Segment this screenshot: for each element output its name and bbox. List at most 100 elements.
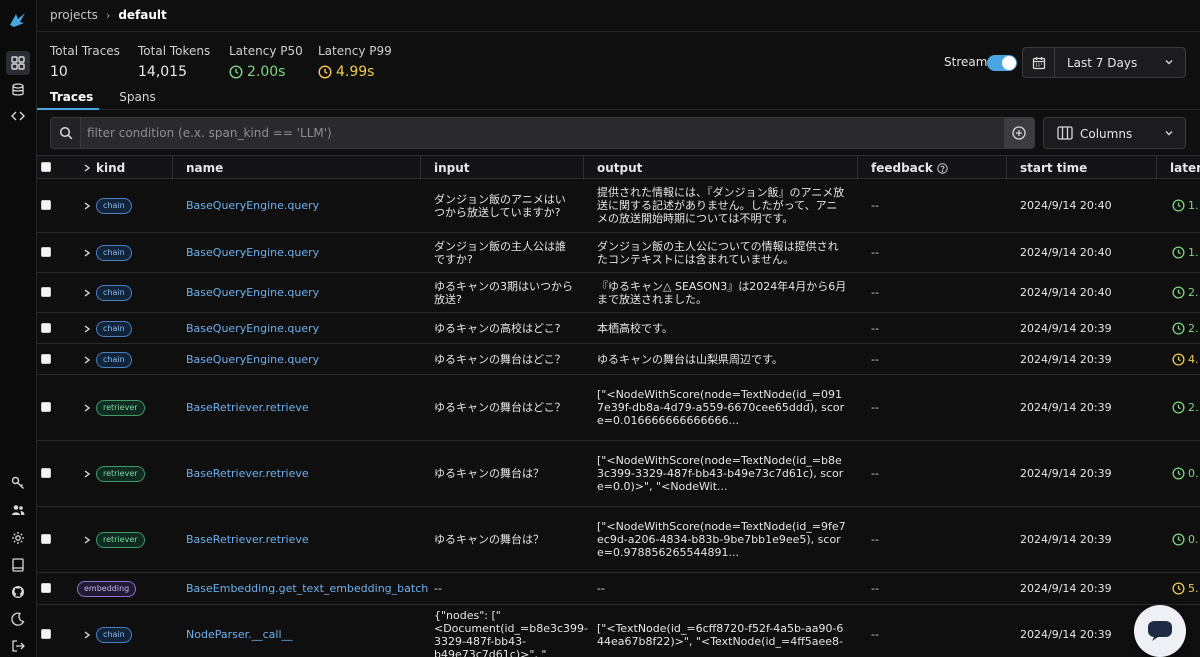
github-icon[interactable]	[6, 580, 30, 604]
latency-value: 0.	[1188, 467, 1199, 480]
span-name-link[interactable]: BaseRetriever.retrieve	[186, 533, 309, 546]
start-time-cell: 2024/9/14 20:40	[1020, 286, 1112, 299]
table-row[interactable]: chain BaseQueryEngine.query ダンジョン飯の主人公は誰です…	[37, 233, 1200, 273]
tab-spans[interactable]: Spans	[119, 90, 155, 108]
table-row[interactable]: chain BaseQueryEngine.query ダンジョン飯のアニメはいつか…	[37, 179, 1200, 233]
feedback-cell: --	[871, 533, 879, 546]
latency-cell: 2.	[1172, 286, 1199, 299]
table-row[interactable]: retriever BaseRetriever.retrieve ゆるキャンの舞台は…	[37, 375, 1200, 441]
span-name-link[interactable]: BaseRetriever.retrieve	[186, 401, 309, 414]
latency-cell: 1.	[1172, 246, 1199, 259]
logout-icon[interactable]	[6, 634, 30, 657]
time-range-value: Last 7 Days	[1067, 56, 1138, 70]
column-divider	[1156, 156, 1157, 180]
expand-row-chevron-icon[interactable]	[83, 288, 91, 298]
expand-row-chevron-icon[interactable]	[83, 535, 91, 545]
feedback-cell: --	[871, 322, 879, 335]
clock-icon	[1172, 199, 1185, 212]
output-cell: ["<NodeWithScore(node=TextNode(id_=9fe7e…	[597, 520, 846, 559]
row-checkbox[interactable]	[41, 468, 51, 478]
column-header-latency[interactable]: latenc	[1170, 161, 1200, 175]
row-checkbox[interactable]	[41, 354, 51, 364]
datasets-database-icon[interactable]	[6, 78, 30, 102]
add-filter-plus-icon[interactable]	[1004, 118, 1034, 148]
row-checkbox[interactable]	[41, 323, 51, 333]
span-name-link[interactable]: BaseQueryEngine.query	[186, 246, 319, 259]
latency-cell: 2.	[1172, 322, 1199, 335]
filter-condition-input[interactable]	[87, 125, 987, 141]
span-name-link[interactable]: BaseQueryEngine.query	[186, 286, 319, 299]
stat-label: Latency P50	[229, 44, 303, 58]
clock-icon	[1172, 582, 1185, 595]
start-time-cell: 2024/9/14 20:39	[1020, 401, 1112, 414]
clock-icon	[1172, 401, 1185, 414]
table-row[interactable]: retriever BaseRetriever.retrieve ゆるキャンの舞台は…	[37, 441, 1200, 507]
row-checkbox[interactable]	[41, 287, 51, 297]
row-checkbox[interactable]	[41, 247, 51, 257]
column-divider	[420, 156, 421, 180]
table-row[interactable]: embedding BaseEmbedding.get_text_embeddin…	[37, 573, 1200, 605]
span-name-link[interactable]: BaseRetriever.retrieve	[186, 467, 309, 480]
search-icon[interactable]	[51, 118, 81, 148]
code-icon[interactable]	[6, 104, 30, 128]
span-name-link[interactable]: BaseQueryEngine.query	[186, 353, 319, 366]
calendar-icon	[1023, 48, 1055, 77]
span-kind-badge: chain	[96, 245, 132, 261]
column-header-feedback[interactable]: feedback	[871, 161, 948, 175]
latency-cell: 0.	[1172, 467, 1199, 480]
start-time-cell: 2024/9/14 20:39	[1020, 628, 1112, 641]
row-checkbox[interactable]	[41, 629, 51, 639]
settings-gear-icon[interactable]	[6, 526, 30, 550]
stat-value: 2.00s	[229, 64, 303, 80]
breadcrumb-projects[interactable]: projects	[50, 8, 98, 22]
feedback-header-label: feedback	[871, 161, 933, 175]
span-name-link[interactable]: BaseQueryEngine.query	[186, 322, 319, 335]
expand-all-chevron-icon[interactable]	[83, 163, 91, 173]
dark-mode-moon-icon[interactable]	[6, 607, 30, 631]
stream-toggle[interactable]	[987, 55, 1017, 71]
projects-grid-icon[interactable]	[6, 51, 30, 75]
expand-row-chevron-icon[interactable]	[83, 324, 91, 334]
app-logo-icon[interactable]	[6, 8, 30, 32]
column-header-name[interactable]: name	[186, 161, 223, 175]
span-name-link[interactable]: BaseEmbedding.get_text_embedding_batch	[186, 582, 428, 595]
column-header-kind[interactable]: kind	[96, 161, 125, 175]
latency-value: 2.	[1188, 286, 1199, 299]
column-header-output[interactable]: output	[597, 161, 642, 175]
table-row[interactable]: chain BaseQueryEngine.query ゆるキャンの舞台はどこ？ ゆる…	[37, 344, 1200, 375]
row-checkbox[interactable]	[41, 200, 51, 210]
column-header-start-time[interactable]: start time	[1020, 161, 1087, 175]
expand-row-chevron-icon[interactable]	[83, 248, 91, 258]
table-row[interactable]: chain BaseQueryEngine.query ゆるキャンの3期はいつから放…	[37, 273, 1200, 313]
span-kind-badge: chain	[96, 627, 132, 643]
table-row[interactable]: chain NodeParser.__call__ {"nodes": ["<Doc…	[37, 605, 1200, 657]
expand-row-chevron-icon[interactable]	[83, 630, 91, 640]
row-checkbox[interactable]	[41, 534, 51, 544]
expand-row-chevron-icon[interactable]	[83, 469, 91, 479]
start-time-cell: 2024/9/14 20:39	[1020, 467, 1112, 480]
column-header-input[interactable]: input	[434, 161, 470, 175]
tab-traces[interactable]: Traces	[50, 90, 93, 108]
span-name-link[interactable]: NodeParser.__call__	[186, 628, 293, 641]
span-name-link[interactable]: BaseQueryEngine.query	[186, 199, 319, 212]
expand-row-chevron-icon[interactable]	[83, 201, 91, 211]
table-row[interactable]: chain BaseQueryEngine.query ゆるキャンの高校はどこ? 本栖…	[37, 313, 1200, 344]
row-checkbox[interactable]	[41, 583, 51, 593]
select-all-checkbox[interactable]	[41, 162, 51, 172]
support-chat-button[interactable]	[1134, 605, 1186, 657]
output-cell: ["<NodeWithScore(node=TextNode(id_=0917e…	[597, 388, 845, 427]
expand-row-chevron-icon[interactable]	[83, 355, 91, 365]
help-circle-icon[interactable]	[937, 162, 948, 174]
row-checkbox[interactable]	[41, 402, 51, 412]
latency-value: 5.	[1188, 582, 1199, 595]
columns-button[interactable]: Columns	[1043, 117, 1186, 149]
span-kind-badge: retriever	[96, 400, 145, 416]
time-range-select[interactable]: Last 7 Days	[1022, 47, 1186, 78]
expand-row-chevron-icon[interactable]	[83, 403, 91, 413]
output-cell: ダンジョン飯の主人公についての情報は提供されたコンテキストには含まれていません。	[597, 240, 839, 266]
table-row[interactable]: retriever BaseRetriever.retrieve ゆるキャンの舞台は…	[37, 507, 1200, 573]
docs-book-icon[interactable]	[6, 553, 30, 577]
key-icon[interactable]	[6, 471, 30, 495]
users-icon[interactable]	[6, 498, 30, 522]
latency-value: 0.	[1188, 533, 1199, 546]
